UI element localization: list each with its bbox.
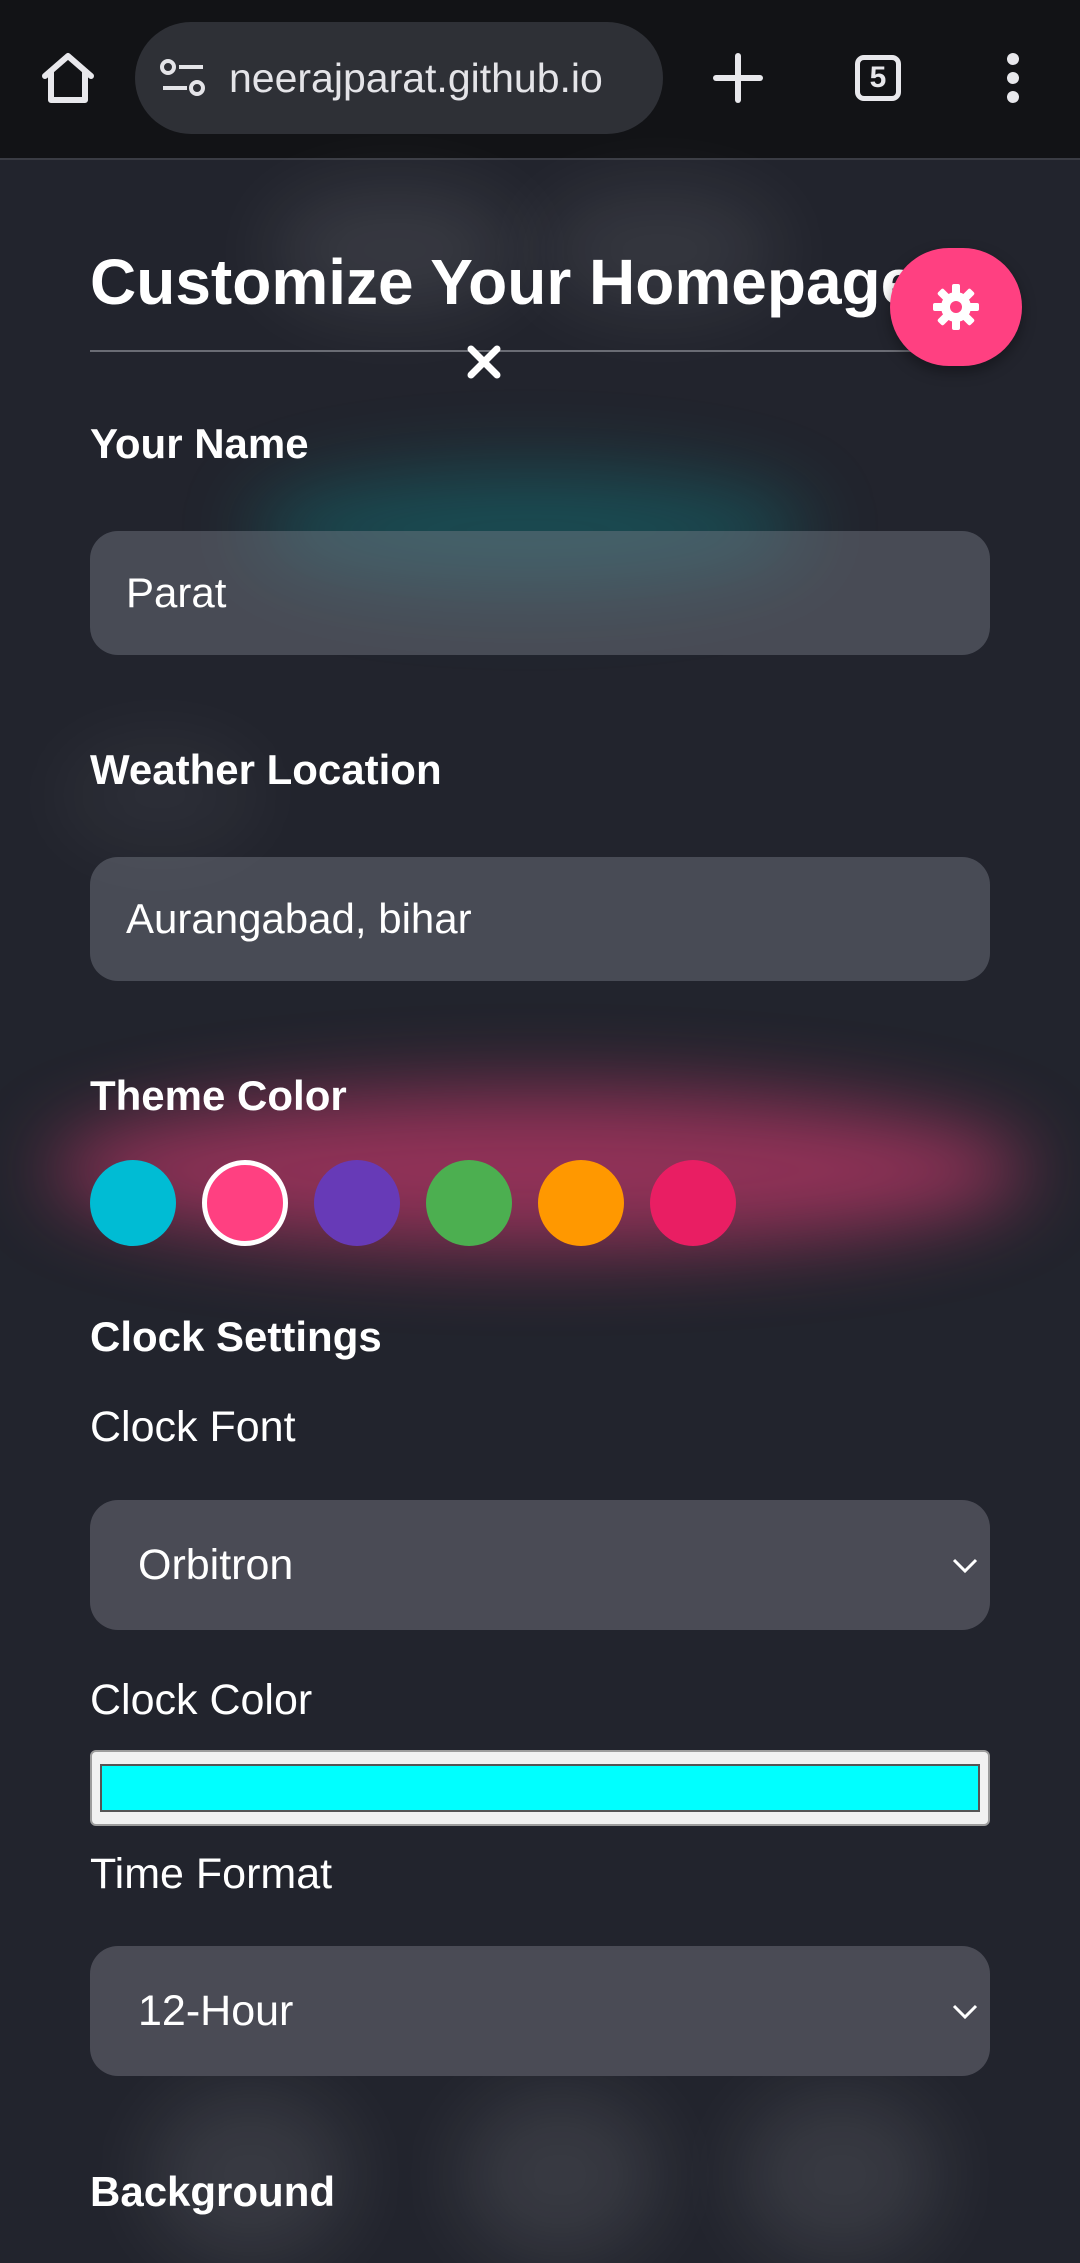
- clock-font-label: Clock Font: [90, 1403, 296, 1451]
- chevron-down-icon: [952, 2004, 978, 2020]
- site-settings-icon[interactable]: [155, 50, 211, 106]
- clock-font-value: Orbitron: [138, 1540, 294, 1589]
- background-blur: [740, 2090, 940, 2260]
- settings-button[interactable]: [890, 248, 1022, 366]
- page-title: Customize Your Homepage: [90, 246, 917, 318]
- theme-color-swatch[interactable]: [426, 1160, 512, 1246]
- clock-color-swatch: [100, 1764, 980, 1812]
- time-format-value: 12-Hour: [138, 1986, 294, 2035]
- time-format-label: Time Format: [90, 1850, 333, 1898]
- chevron-down-icon: [952, 1558, 978, 1574]
- close-icon[interactable]: [462, 340, 506, 384]
- name-label: Your Name: [90, 420, 309, 467]
- location-input[interactable]: Aurangabad, bihar: [90, 857, 990, 981]
- location-label: Weather Location: [90, 746, 442, 793]
- background-blur: [460, 2090, 660, 2260]
- home-icon[interactable]: [30, 40, 106, 116]
- theme-color-swatch[interactable]: [650, 1160, 736, 1246]
- url-text: neerajparat.github.io: [229, 54, 603, 101]
- theme-color-label: Theme Color: [90, 1072, 347, 1119]
- browser-toolbar: neerajparat.github.io 5: [0, 0, 1080, 160]
- tab-count: 5: [855, 55, 901, 101]
- name-input[interactable]: Parat: [90, 531, 990, 655]
- tab-switcher-button[interactable]: 5: [840, 40, 916, 116]
- theme-color-swatch[interactable]: [314, 1160, 400, 1246]
- clock-color-label: Clock Color: [90, 1676, 313, 1724]
- location-input-value: Aurangabad, bihar: [126, 895, 472, 942]
- theme-color-swatch[interactable]: [538, 1160, 624, 1246]
- more-menu-icon[interactable]: [975, 40, 1051, 116]
- theme-color-swatch[interactable]: [90, 1160, 176, 1246]
- clock-font-select[interactable]: Orbitron: [90, 1500, 990, 1630]
- new-tab-icon[interactable]: [700, 40, 776, 116]
- clock-color-picker[interactable]: [90, 1750, 990, 1826]
- title-divider: [90, 350, 960, 352]
- theme-color-swatch[interactable]: [202, 1160, 288, 1246]
- gear-icon: [933, 284, 979, 330]
- background-label: Background: [90, 2168, 336, 2215]
- name-input-value: Parat: [126, 569, 227, 616]
- time-format-select[interactable]: 12-Hour: [90, 1946, 990, 2076]
- clock-settings-label: Clock Settings: [90, 1313, 382, 1360]
- address-bar[interactable]: neerajparat.github.io: [135, 22, 663, 134]
